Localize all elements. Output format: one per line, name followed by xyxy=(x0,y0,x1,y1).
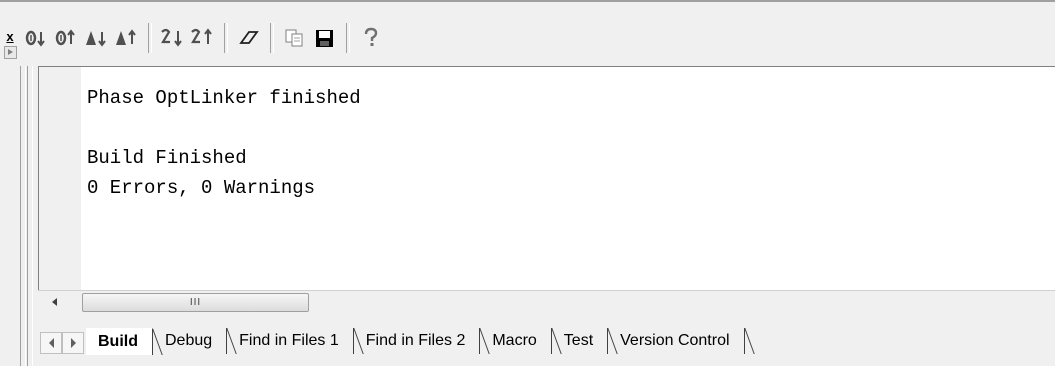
output-toolbar xyxy=(22,20,386,56)
output-line: Phase OptLinker finished xyxy=(87,87,361,109)
next-warning-button[interactable] xyxy=(82,23,112,53)
output-gutter xyxy=(39,67,81,291)
output-window: x Phase OptLinker finished Build Finishe… xyxy=(0,0,1055,374)
tab-find-in-files-1[interactable]: Find in Files 1 xyxy=(227,328,354,354)
prev-warning-button[interactable] xyxy=(112,23,142,53)
tab-scroll-right-icon[interactable] xyxy=(62,332,84,354)
save-icon xyxy=(316,30,333,47)
output-line: 0 Errors, 0 Warnings xyxy=(87,177,316,199)
resize-grip[interactable] xyxy=(20,66,26,366)
tab-debug[interactable]: Debug xyxy=(153,328,228,354)
next-error-icon xyxy=(25,30,45,47)
output-text: Phase OptLinker finished Build Finished … xyxy=(87,83,361,203)
tab-list: Build Debug Find in Files 1 Find in File… xyxy=(86,328,745,356)
expand-icon[interactable] xyxy=(4,46,17,59)
output-tab-bar: Build Debug Find in Files 1 Find in File… xyxy=(38,312,1055,364)
close-icon[interactable]: x xyxy=(4,30,16,43)
scroll-left-arrow-icon[interactable] xyxy=(40,293,68,311)
tab-build[interactable]: Build xyxy=(86,328,153,355)
tab-macro[interactable]: Macro xyxy=(480,328,552,354)
resize-grip[interactable] xyxy=(27,66,33,366)
copy-button[interactable] xyxy=(280,23,310,53)
tab-find-in-files-2[interactable]: Find in Files 2 xyxy=(354,328,481,354)
prev-error-button[interactable] xyxy=(52,23,82,53)
sort-ascending-icon xyxy=(191,28,212,44)
dock-handle[interactable]: x xyxy=(0,14,18,366)
top-border xyxy=(0,0,1055,2)
toolbar-separator xyxy=(224,23,228,53)
eraser-icon xyxy=(239,31,259,44)
next-warning-icon xyxy=(86,31,106,47)
help-icon xyxy=(364,27,378,46)
sort-ascending-button[interactable] xyxy=(188,23,218,53)
tab-test[interactable]: Test xyxy=(552,328,609,354)
sort-descending-button[interactable] xyxy=(158,23,188,53)
output-line: Build Finished xyxy=(87,147,247,169)
prev-warning-icon xyxy=(116,29,136,45)
copy-icon xyxy=(285,29,303,47)
sort-descending-icon xyxy=(161,28,182,47)
toolbar-separator xyxy=(346,23,350,53)
tab-version-control[interactable]: Version Control xyxy=(608,328,745,354)
output-pane[interactable]: Phase OptLinker finished Build Finished … xyxy=(38,66,1055,291)
save-button[interactable] xyxy=(310,23,340,53)
scrollbar-thumb[interactable]: III xyxy=(82,293,309,312)
next-error-button[interactable] xyxy=(22,23,52,53)
horizontal-scrollbar[interactable]: III xyxy=(38,290,1055,313)
clear-button[interactable] xyxy=(234,23,264,53)
prev-error-icon xyxy=(55,29,75,46)
bottom-border xyxy=(0,366,1055,374)
toolbar-separator xyxy=(270,23,274,53)
tab-scroll-left-icon[interactable] xyxy=(40,332,62,354)
help-button[interactable] xyxy=(356,23,386,53)
toolbar-separator xyxy=(148,23,152,53)
